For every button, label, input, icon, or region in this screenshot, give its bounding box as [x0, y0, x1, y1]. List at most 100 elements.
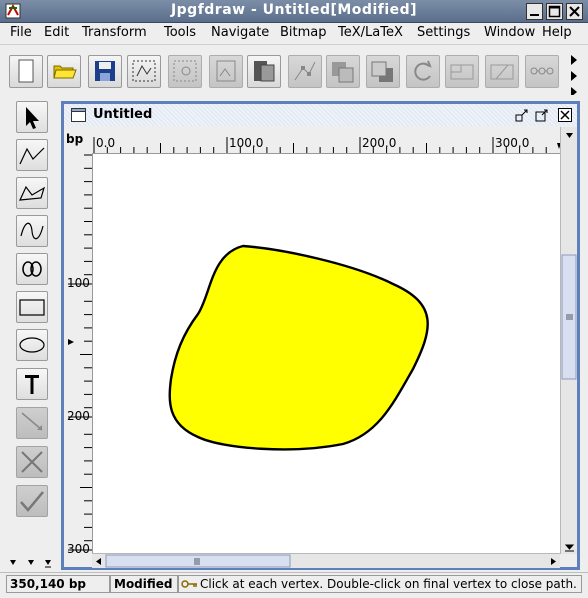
maximize-icon	[535, 109, 548, 122]
vertical-scrollbar-parts	[561, 133, 577, 552]
closed-line-icon	[19, 185, 46, 201]
scale-button[interactable]	[445, 55, 479, 88]
rectangle-tool-button[interactable]	[16, 291, 48, 323]
move-to-front-icon	[332, 62, 354, 83]
join-button[interactable]	[525, 55, 559, 88]
vertical-scrollbar[interactable]	[560, 127, 577, 554]
document-icon	[71, 108, 86, 122]
insert-bitmap-button[interactable]	[209, 55, 243, 88]
menu-bar: File Edit Transform Tools Navigate Bitma…	[0, 23, 588, 43]
text-tool-button[interactable]	[16, 368, 48, 400]
new-document-icon	[18, 59, 34, 83]
drawing-svg	[168, 244, 429, 451]
checkmark-icon	[20, 491, 44, 512]
minimize-button[interactable]	[526, 3, 543, 20]
h-ruler-label: 100.0	[229, 136, 264, 150]
horizontal-scrollbar[interactable]	[92, 553, 560, 568]
cancel-tool-button[interactable]	[16, 446, 48, 478]
closed-curve-icon	[22, 261, 42, 277]
menu-tex-latex[interactable]: TeX/LaTeX	[338, 25, 403, 40]
v-ruler-label: 200	[67, 409, 90, 423]
window-title: Jpgfdraw - Untitled[Modified]	[170, 2, 418, 18]
rotate-icon	[414, 60, 432, 81]
scale-icon	[450, 64, 474, 80]
horizontal-scrollbar-parts	[96, 554, 556, 568]
document-title-bar[interactable]: Untitled	[64, 104, 577, 126]
menu-tools[interactable]: Tools	[164, 25, 196, 40]
text-icon	[25, 375, 39, 394]
shear-icon	[490, 64, 514, 80]
h-ruler-label: 200.0	[362, 136, 397, 150]
open-line-tool-button[interactable]	[16, 139, 48, 171]
document-iconify-button[interactable]	[515, 108, 529, 122]
document-close-button[interactable]	[558, 108, 572, 122]
insert-bitmap-icon	[216, 60, 236, 82]
menu-transform[interactable]: Transform	[82, 25, 147, 40]
tool-palette	[0, 98, 58, 572]
status-message: Click at each vertex. Double-click on fi…	[200, 577, 577, 591]
select-tool-button[interactable]	[16, 101, 48, 133]
move-to-back-icon	[371, 61, 393, 82]
status-bar: 350,140 bp Modified Click at each vertex…	[0, 572, 588, 598]
open-curve-tool-button[interactable]	[16, 215, 48, 247]
open-curve-icon	[20, 222, 44, 240]
menu-help[interactable]: Help	[542, 25, 572, 40]
rotate-button[interactable]	[406, 55, 440, 88]
menu-navigate[interactable]: Navigate	[211, 25, 269, 40]
modified-indicator: Modified	[110, 575, 178, 593]
menu-settings[interactable]: Settings	[417, 25, 470, 40]
move-to-front-button[interactable]	[326, 55, 360, 88]
select-all-button[interactable]	[127, 55, 161, 88]
close-button[interactable]	[566, 3, 583, 20]
select-disabled-button[interactable]	[168, 55, 202, 88]
window-title-bar[interactable]: Jpgfdraw - Untitled[Modified]	[0, 0, 588, 23]
edit-path-button[interactable]	[288, 55, 322, 88]
edit-path-tool-button[interactable]	[16, 407, 48, 439]
cancel-x-icon	[21, 451, 43, 473]
edit-path-icon	[21, 412, 43, 431]
move-to-back-button[interactable]	[366, 55, 400, 88]
horizontal-ruler-ticks	[93, 137, 560, 153]
menu-file[interactable]: File	[10, 25, 32, 40]
h-ruler-label: 300.0	[495, 136, 530, 150]
horizontal-ruler: 0.0 100.0 200.0 300.0	[92, 127, 560, 153]
document-maximize-button[interactable]	[535, 108, 549, 122]
h-ruler-label: 0.0	[96, 136, 116, 150]
yellow-closed-curve[interactable]	[168, 244, 429, 451]
closed-curve-tool-button[interactable]	[16, 253, 48, 285]
ruler-units: bp	[66, 132, 84, 146]
open-folder-icon	[53, 65, 77, 79]
toolbar-overflow[interactable]	[567, 51, 581, 98]
save-floppy-icon	[95, 61, 115, 81]
maximize-button[interactable]	[546, 3, 563, 20]
shear-button[interactable]	[485, 55, 519, 88]
save-button[interactable]	[88, 55, 122, 88]
closed-line-tool-button[interactable]	[16, 177, 48, 209]
new-document-button[interactable]	[9, 55, 43, 88]
ellipse-tool-button[interactable]	[16, 329, 48, 361]
open-button[interactable]	[47, 55, 81, 88]
v-ruler-label: 100	[67, 276, 90, 290]
overflow-arrows-icon	[571, 55, 577, 97]
cursor-position: 350,140 bp	[6, 575, 110, 593]
drawing-canvas[interactable]	[92, 153, 560, 553]
palette-overflow-icon[interactable]	[8, 556, 56, 570]
v-ruler-label: 300	[67, 542, 90, 556]
join-icon	[530, 67, 554, 75]
select-all-icon	[132, 60, 156, 82]
menu-bitmap[interactable]: Bitmap	[280, 25, 327, 40]
menu-edit[interactable]: Edit	[44, 25, 69, 40]
open-line-icon	[19, 147, 45, 165]
ellipse-icon	[19, 337, 45, 353]
finish-tool-button[interactable]	[16, 485, 48, 517]
edit-path-icon	[294, 61, 316, 81]
document-title: Untitled	[93, 107, 153, 122]
iconify-icon	[515, 109, 528, 122]
status-message-field: Click at each vertex. Double-click on fi…	[178, 575, 582, 593]
vertical-ruler-ticks	[68, 154, 92, 551]
vertical-ruler: 100 200 300	[64, 153, 92, 556]
grid-button[interactable]	[247, 55, 281, 88]
close-icon	[558, 108, 572, 122]
menu-window[interactable]: Window	[484, 25, 535, 40]
arrow-pointer-icon	[26, 107, 39, 129]
